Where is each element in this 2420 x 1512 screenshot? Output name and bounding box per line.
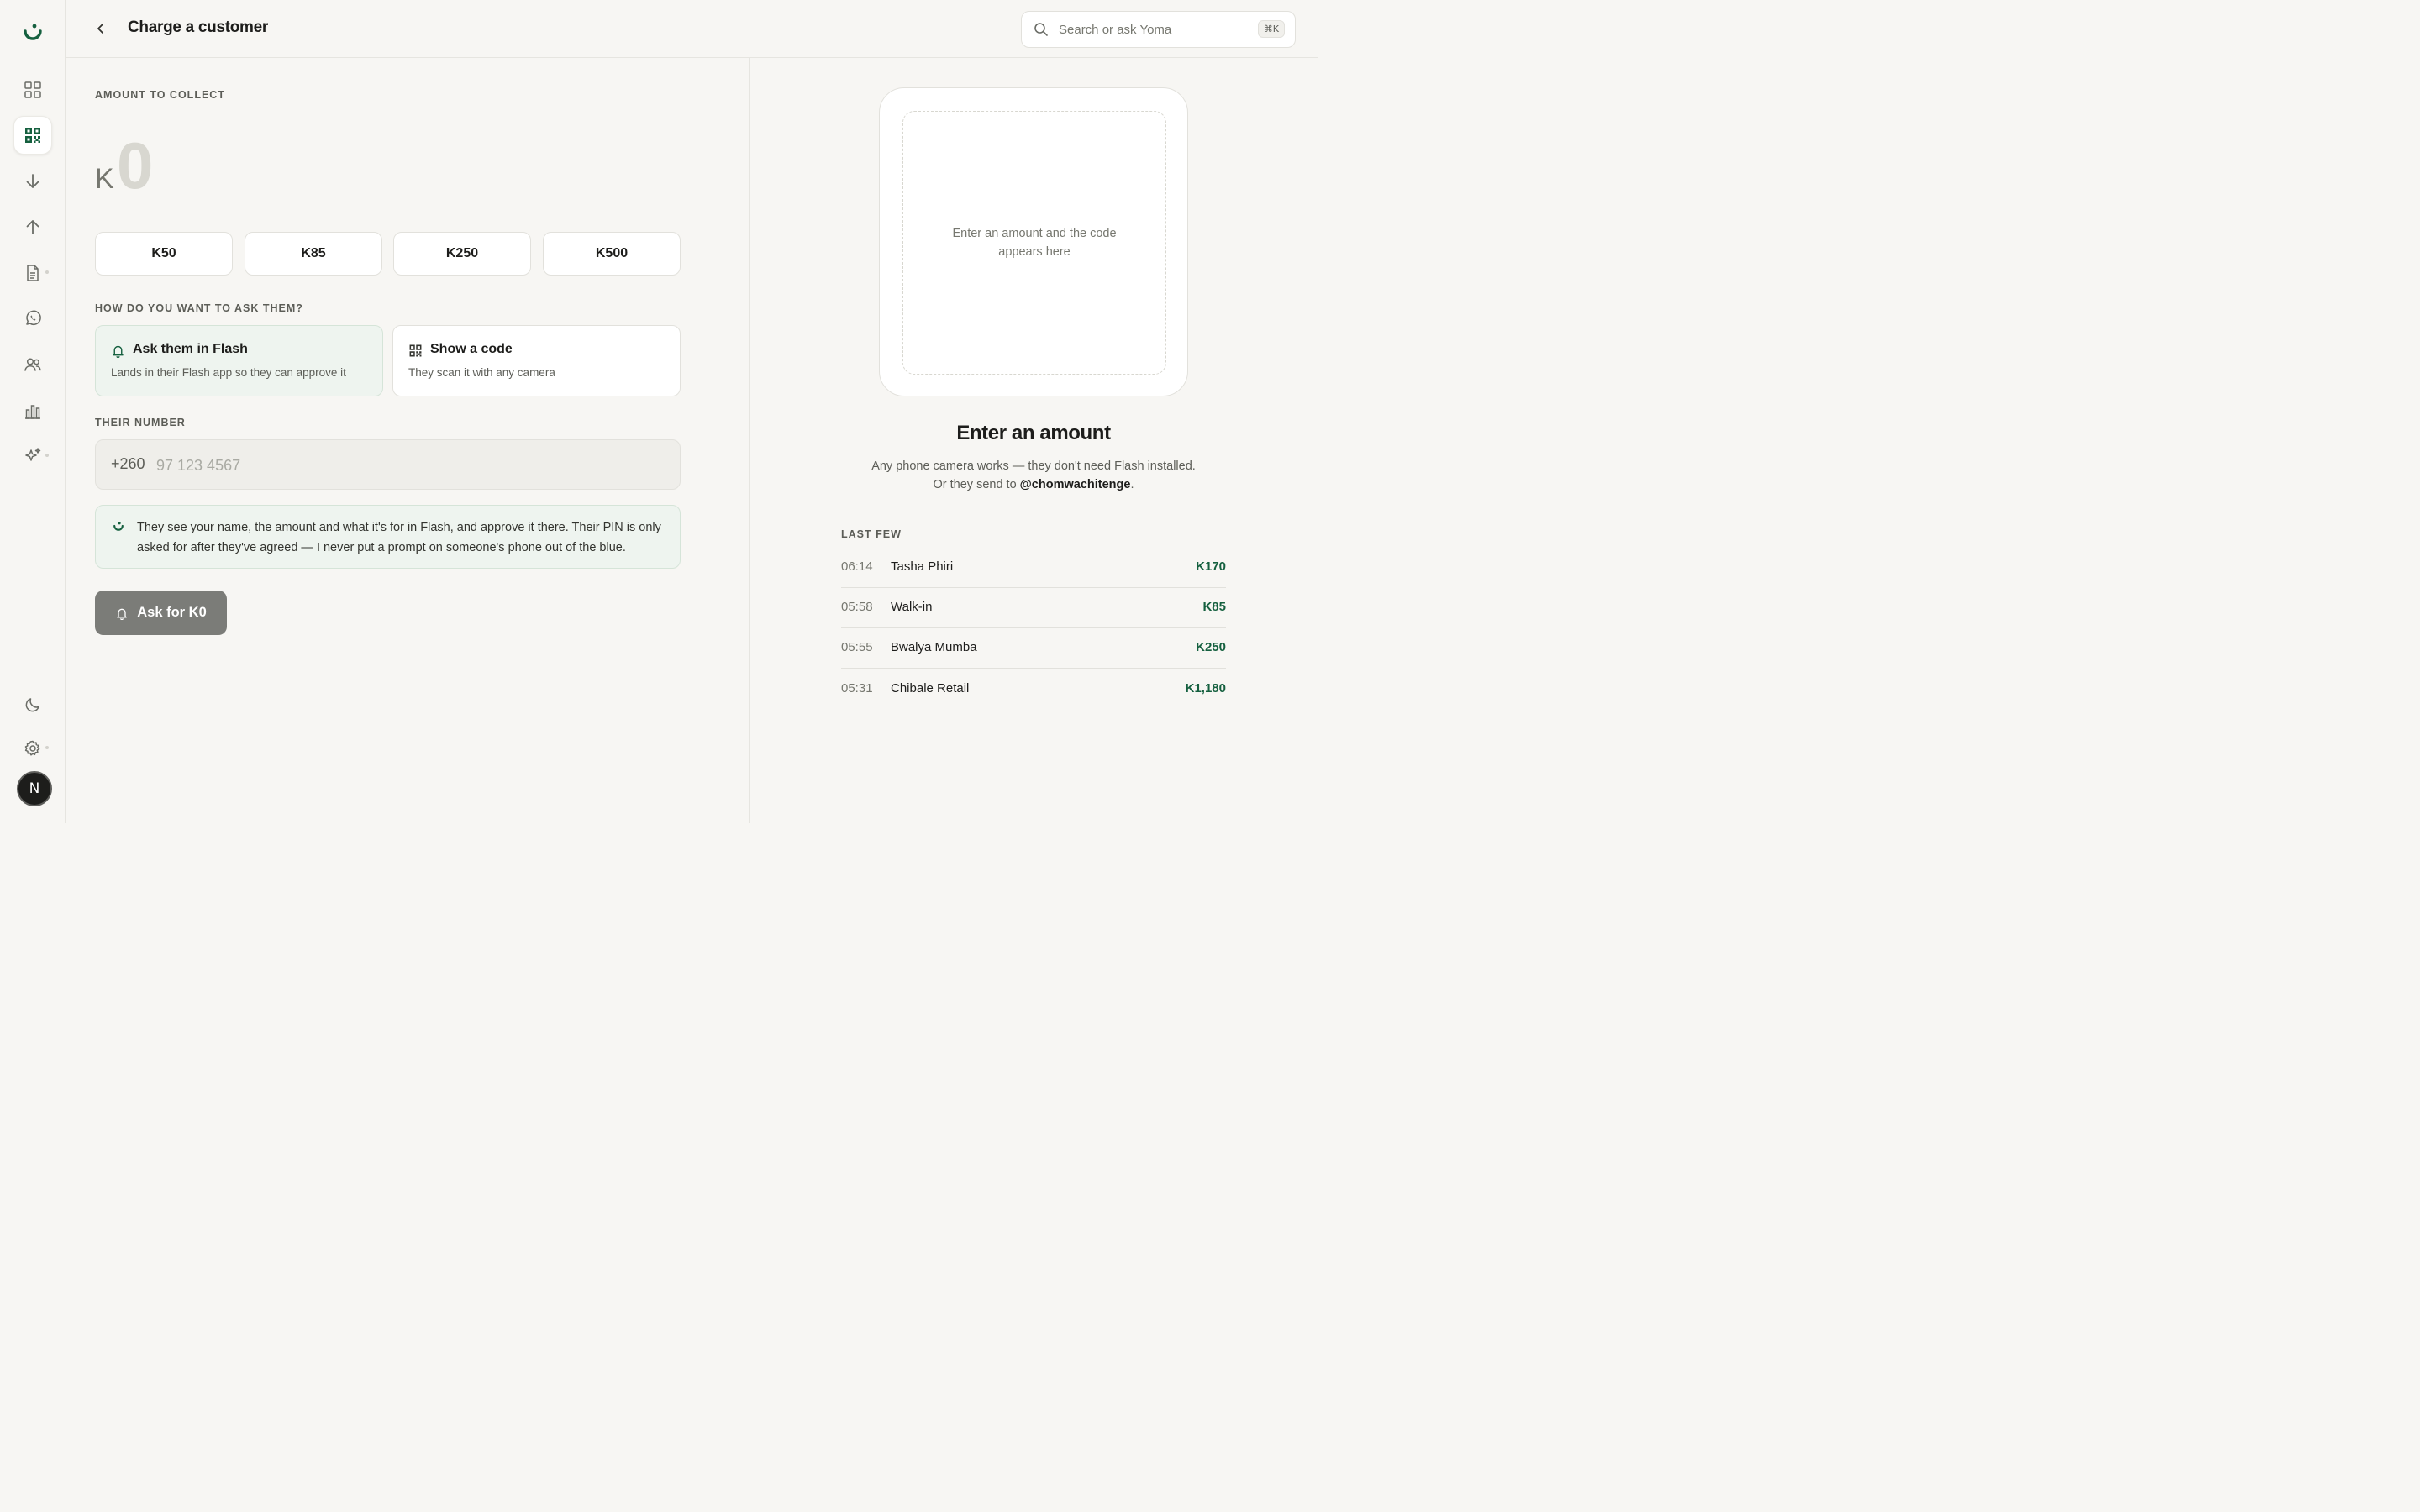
- customer-name: Walk-in: [891, 600, 933, 614]
- transaction-time: 05:55: [841, 640, 873, 654]
- method-title: Show a code: [430, 342, 513, 356]
- method-title: Ask them in Flash: [133, 342, 248, 356]
- subtitle-line: Any phone camera works — they don't need…: [871, 459, 1196, 473]
- customer-name: Chibale Retail: [891, 681, 970, 696]
- avatar[interactable]: N: [17, 771, 52, 806]
- preset-button-k85[interactable]: K85: [245, 232, 382, 276]
- list-item[interactable]: 05:31 Chibale Retail K1,180: [841, 669, 1226, 710]
- number-label: THEIR NUMBER: [95, 417, 186, 428]
- notice-text: They see your name, the amount and what …: [137, 521, 661, 554]
- phone-field[interactable]: +260: [95, 439, 681, 490]
- recent-label: LAST FEW: [841, 528, 902, 540]
- document-icon: [27, 265, 39, 281]
- qr-placeholder: Enter an amount and the code appears her…: [902, 111, 1166, 375]
- subtitle-line: Or they send to @chomwachitenge.: [841, 475, 1226, 494]
- theme-toggle[interactable]: [13, 685, 52, 724]
- sidebar-item-dashboard[interactable]: [13, 71, 52, 109]
- amount-input[interactable]: 0: [117, 128, 153, 204]
- panel-divider: [749, 58, 750, 823]
- amount-label: AMOUNT TO COLLECT: [95, 89, 225, 101]
- list-item[interactable]: 06:14 Tasha Phiri K170: [841, 548, 1226, 588]
- transaction-amount: K250: [1196, 640, 1226, 654]
- method-description: Lands in their Flash app so they can app…: [111, 366, 346, 379]
- qr-preview-card: Enter an amount and the code appears her…: [879, 87, 1188, 396]
- qr-code-icon: [25, 128, 40, 143]
- arrow-up-icon: [26, 220, 39, 234]
- sidebar-item-charge[interactable]: [13, 116, 52, 155]
- whatsapp-icon: [26, 310, 41, 326]
- sidebar-item-receive[interactable]: [13, 162, 52, 201]
- transaction-amount: K85: [1202, 600, 1226, 614]
- preset-button-k250[interactable]: K250: [393, 232, 531, 276]
- transaction-time: 05:31: [841, 681, 873, 696]
- back-button[interactable]: [89, 17, 113, 40]
- bell-icon: [117, 608, 128, 620]
- method-option-code[interactable]: Show a code They scan it with any camera: [392, 325, 681, 396]
- sidebar-item-reports[interactable]: [13, 391, 52, 430]
- gear-icon: [24, 740, 40, 756]
- search-icon: [1034, 23, 1048, 36]
- chevron-left-icon: [97, 24, 103, 34]
- customer-name: Bwalya Mumba: [891, 640, 977, 654]
- avatar-initial: N: [29, 780, 40, 797]
- qr-placeholder-text: Enter an amount and the code appears her…: [952, 227, 1117, 259]
- sparkles-icon: [25, 448, 41, 461]
- sidebar-item-customers[interactable]: [13, 345, 52, 384]
- ask-button-label: Ask for K0: [137, 605, 207, 620]
- method-option-flash[interactable]: Ask them in Flash Lands in their Flash a…: [95, 325, 383, 396]
- ask-button[interactable]: Ask for K0: [95, 591, 227, 635]
- transaction-time: 05:58: [841, 600, 873, 614]
- sidebar-item-send[interactable]: [13, 207, 52, 246]
- notification-dot: [45, 454, 49, 457]
- search-input[interactable]: Search or ask Yoma ⌘K: [1021, 11, 1296, 48]
- subtitle-prefix: Or they send to: [933, 478, 1020, 491]
- method-description: They scan it with any camera: [408, 366, 555, 379]
- bell-icon: [113, 345, 124, 358]
- search-placeholder: Search or ask Yoma: [1059, 23, 1172, 37]
- info-notice: They see your name, the amount and what …: [95, 505, 681, 569]
- preset-button-k50[interactable]: K50: [95, 232, 233, 276]
- brand-mark-icon: [113, 522, 124, 531]
- empty-state-subtitle: Any phone camera works — they don't need…: [841, 457, 1226, 494]
- transaction-amount: K1,180: [1185, 681, 1226, 696]
- notification-dot: [45, 746, 49, 749]
- users-icon: [24, 358, 41, 371]
- moon-icon: [25, 698, 39, 712]
- page-title: Charge a customer: [128, 18, 269, 36]
- sidebar: N: [0, 0, 66, 823]
- country-code[interactable]: +260: [111, 455, 145, 473]
- sidebar-item-whatsapp[interactable]: [13, 299, 52, 338]
- dashboard-icon: [24, 81, 41, 98]
- notification-dot: [45, 270, 49, 274]
- currency-symbol: K: [95, 163, 114, 195]
- list-item[interactable]: 05:55 Bwalya Mumba K250: [841, 628, 1226, 669]
- subtitle-suffix: .: [1130, 478, 1134, 491]
- transaction-time: 06:14: [841, 559, 873, 574]
- merchant-handle: @chomwachitenge: [1019, 478, 1131, 491]
- brand-logo[interactable]: [20, 20, 45, 45]
- phone-input[interactable]: [156, 450, 660, 480]
- top-bar: Charge a customer Search or ask Yoma ⌘K: [66, 0, 1318, 58]
- shortcut-badge: ⌘K: [1257, 20, 1285, 38]
- qr-code-icon: [409, 344, 422, 357]
- customer-name: Tasha Phiri: [891, 559, 954, 574]
- empty-state-title: Enter an amount: [956, 422, 1111, 444]
- method-label: HOW DO YOU WANT TO ASK THEM?: [95, 302, 303, 314]
- bar-chart-icon: [25, 405, 40, 419]
- transaction-amount: K170: [1196, 559, 1226, 574]
- preset-button-k500[interactable]: K500: [543, 232, 681, 276]
- list-item[interactable]: 05:58 Walk-in K85: [841, 588, 1226, 628]
- arrow-down-icon: [26, 174, 39, 188]
